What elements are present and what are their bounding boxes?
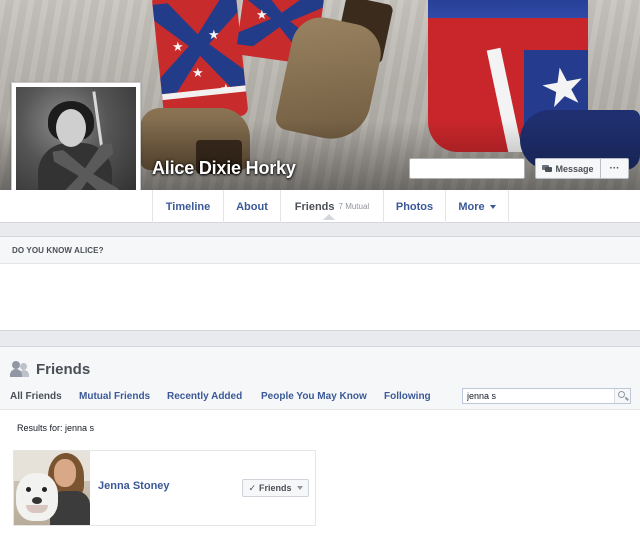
friend-result-card: Jenna Stoney ✓ Friends: [13, 450, 316, 526]
search-button[interactable]: [614, 389, 630, 403]
chevron-down-icon: [489, 205, 496, 209]
tab-following[interactable]: Following: [384, 391, 431, 402]
tab-all-friends[interactable]: All Friends: [10, 391, 62, 402]
cover-star: ★: [256, 7, 268, 22]
tab-label: Friends: [294, 200, 335, 213]
message-icon: [542, 165, 553, 172]
ellipsis-icon: ···: [609, 163, 620, 174]
tab-label: Photos: [395, 200, 434, 213]
do-you-know-card: DO YOU KNOW ALICE?: [0, 236, 640, 331]
tab-label: About: [236, 200, 268, 213]
cover-big-star: ★: [535, 55, 592, 121]
friends-search-input[interactable]: [463, 389, 613, 403]
tab-people-you-may-know[interactable]: People You May Know: [261, 391, 367, 402]
cover-star: ★: [208, 27, 220, 42]
tab-timeline[interactable]: Timeline: [152, 190, 223, 223]
profile-name[interactable]: Alice Dixie Horky: [152, 158, 296, 179]
cover-star: ★: [192, 65, 204, 80]
tab-about[interactable]: About: [223, 190, 280, 223]
cover-star: ★: [220, 81, 232, 96]
search-icon: [618, 391, 625, 398]
more-options-button[interactable]: ···: [601, 158, 629, 179]
friends-section: Friends All Friends Mutual Friends Recen…: [0, 346, 640, 540]
friends-title[interactable]: Friends: [36, 361, 90, 378]
cover-boot-left-shaft: [151, 0, 249, 125]
profile-photo-image: [16, 87, 136, 207]
tab-mutual-friends[interactable]: Mutual Friends: [79, 391, 150, 402]
dog-image: [16, 473, 58, 521]
friend-action-button[interactable]: [409, 158, 525, 179]
friends-header: Friends All Friends Mutual Friends Recen…: [0, 347, 640, 410]
tab-photos[interactable]: Photos: [383, 190, 445, 223]
mutual-count: 7 Mutual: [338, 202, 370, 211]
friend-avatar[interactable]: [14, 451, 90, 525]
active-tab-pointer: [323, 214, 335, 220]
friends-status-label: Friends: [259, 483, 292, 493]
tab-label: More: [458, 200, 485, 213]
profile-nav: Timeline About Friends 7 Mutual Photos M…: [0, 190, 640, 223]
tab-recently-added[interactable]: Recently Added: [167, 391, 242, 402]
friend-name-link[interactable]: Jenna Stoney: [98, 480, 170, 492]
message-button[interactable]: Message: [535, 158, 601, 179]
check-icon: ✓: [248, 482, 257, 493]
message-button-label: Message: [555, 163, 594, 174]
chevron-down-icon: [296, 486, 303, 490]
tab-label: Timeline: [165, 200, 211, 213]
friends-status-button[interactable]: ✓ Friends: [242, 479, 309, 497]
tab-more[interactable]: More: [445, 190, 509, 223]
cover-star: ★: [172, 39, 184, 54]
friends-icon: [10, 361, 30, 377]
results-label: Results for: jenna s: [17, 423, 95, 433]
friends-search: [462, 388, 631, 404]
do-you-know-header: DO YOU KNOW ALICE?: [0, 237, 640, 264]
